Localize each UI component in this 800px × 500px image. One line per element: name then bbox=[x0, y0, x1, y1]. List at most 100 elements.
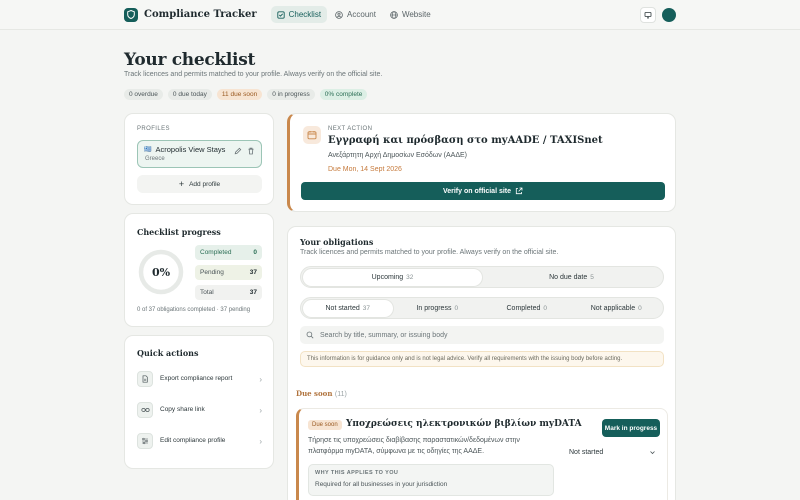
top-bar: Compliance Tracker Checklist Account Web… bbox=[0, 0, 800, 30]
stat-pending: Pending 37 bbox=[195, 265, 262, 280]
next-action-card: NEXT ACTION Εγγραφή και πρόσβαση στο myA… bbox=[287, 113, 676, 212]
obligations-subtitle: Track licences and permits matched to yo… bbox=[300, 249, 559, 256]
app-name: Compliance Tracker bbox=[144, 9, 257, 20]
chip-complete: 0% complete bbox=[319, 89, 368, 100]
status-select[interactable]: Not started bbox=[565, 445, 660, 459]
tab-no-due-date[interactable]: No due date 5 bbox=[482, 269, 661, 286]
stat-completed: Completed 0 bbox=[195, 245, 262, 260]
due-soon-label: Due soon bbox=[296, 389, 333, 398]
progress-card: Checklist progress 0% Completed 0 Pendin… bbox=[124, 213, 274, 327]
export-report-label: Export compliance report bbox=[160, 374, 233, 382]
timing-tabs: Upcoming 32 No due date 5 bbox=[300, 266, 664, 288]
tab-in-progress-count: 0 bbox=[454, 304, 459, 312]
obligation-item[interactable]: Due soon Υποχρεώσεις ηλεκτρονικών βιβλίω… bbox=[296, 408, 668, 500]
stat-total-label: Total bbox=[200, 289, 214, 296]
status-tabs: Not started 37 In progress 0 Completed 0… bbox=[300, 297, 664, 319]
profiles-label: PROFILES bbox=[137, 126, 170, 132]
profiles-card: PROFILES 🇬🇷 Acropolis View Stays Greece … bbox=[124, 113, 274, 205]
nav-account-label: Account bbox=[347, 10, 376, 19]
copy-share-link-label: Copy share link bbox=[160, 405, 205, 413]
add-profile-label: Add profile bbox=[189, 180, 221, 188]
tab-not-started[interactable]: Not started 37 bbox=[303, 299, 393, 317]
flag-icon: 🇬🇷 bbox=[144, 147, 152, 153]
edit-profile-label: Edit compliance profile bbox=[160, 436, 226, 444]
progress-percent: 0% bbox=[151, 265, 171, 279]
export-report-button[interactable]: Export compliance report › bbox=[137, 366, 262, 392]
obligation-title: Υποχρεώσεις ηλεκτρονικών βιβλίων myDATA bbox=[346, 419, 582, 429]
mark-in-progress-button[interactable]: Mark in progress bbox=[602, 419, 660, 437]
external-link-icon bbox=[515, 187, 523, 195]
shield-logo-icon bbox=[124, 7, 138, 22]
nav-website-label: Website bbox=[401, 10, 431, 19]
tab-not-applicable-count: 0 bbox=[638, 304, 642, 312]
tab-upcoming-count: 32 bbox=[406, 273, 414, 281]
stat-pending-label: Pending bbox=[200, 269, 224, 276]
search-input[interactable]: Search by title, summary, or issuing bod… bbox=[300, 326, 664, 344]
avatar[interactable] bbox=[662, 7, 676, 22]
nav-checklist[interactable]: Checklist bbox=[270, 6, 328, 23]
tab-in-progress[interactable]: In progress 0 bbox=[393, 300, 483, 317]
tab-no-due-date-label: No due date bbox=[549, 273, 588, 281]
nav-checklist-label: Checklist bbox=[288, 10, 322, 19]
verify-official-site-button[interactable]: Verify on official site bbox=[301, 182, 665, 200]
user-circle-icon bbox=[335, 10, 343, 19]
stat-total: Total 37 bbox=[195, 285, 262, 300]
tab-completed-label: Completed bbox=[506, 304, 541, 312]
tab-in-progress-label: In progress bbox=[416, 304, 452, 312]
profile-country: Greece bbox=[145, 156, 165, 162]
why-applies-label: WHY THIS APPLIES TO YOU bbox=[315, 470, 399, 476]
sliders-icon bbox=[137, 433, 153, 449]
display-toggle-button[interactable] bbox=[640, 6, 656, 23]
nav-website[interactable]: Website bbox=[384, 6, 437, 23]
page-subtitle: Track licences and permits matched to yo… bbox=[124, 71, 383, 78]
edit-profile-button[interactable]: Edit compliance profile › bbox=[137, 428, 262, 454]
profile-item[interactable]: 🇬🇷 Acropolis View Stays Greece bbox=[137, 140, 262, 168]
profile-name: Acropolis View Stays bbox=[155, 145, 226, 154]
trash-icon[interactable] bbox=[247, 147, 255, 155]
stat-completed-value: 0 bbox=[253, 249, 257, 256]
due-soon-count: (11) bbox=[334, 391, 347, 398]
next-action-authority: Ανεξάρτητη Αρχή Δημοσίων Εσόδων (ΑΑΔΕ) bbox=[328, 152, 468, 159]
chevron-right-icon: › bbox=[259, 436, 262, 446]
chevron-right-icon: › bbox=[259, 374, 262, 384]
link-icon bbox=[137, 402, 153, 418]
globe-icon bbox=[390, 10, 398, 19]
tab-upcoming-label: Upcoming bbox=[371, 273, 404, 281]
chevron-down-icon bbox=[650, 450, 655, 454]
why-applies-text: Required for all businesses in your juri… bbox=[315, 481, 448, 488]
tab-not-started-label: Not started bbox=[325, 304, 360, 312]
checklist-icon bbox=[276, 10, 285, 19]
tab-upcoming[interactable]: Upcoming 32 bbox=[303, 268, 482, 286]
stat-total-value: 37 bbox=[249, 289, 257, 296]
tab-no-due-date-count: 5 bbox=[590, 273, 594, 281]
summary-chips: 0 overdue 0 due today 11 due soon 0 in p… bbox=[124, 89, 368, 100]
tab-not-applicable-label: Not applicable bbox=[590, 304, 636, 312]
due-soon-badge: Due soon bbox=[308, 420, 342, 430]
copy-share-link-button[interactable]: Copy share link › bbox=[137, 397, 262, 423]
stat-pending-value: 37 bbox=[249, 269, 257, 276]
chip-overdue: 0 overdue bbox=[124, 89, 163, 100]
search-icon bbox=[306, 331, 314, 339]
tab-completed-count: 0 bbox=[543, 304, 547, 312]
due-soon-heading: Due soon (11) bbox=[296, 389, 347, 398]
obligation-description: Τήρησε τις υποχρεώσεις διαβίβασης παραστ… bbox=[308, 437, 520, 456]
chip-due-today: 0 due today bbox=[167, 89, 212, 100]
tab-completed[interactable]: Completed 0 bbox=[482, 300, 572, 317]
obligations-card: Your obligations Track licences and perm… bbox=[287, 226, 676, 500]
quick-actions-title: Quick actions bbox=[137, 348, 199, 358]
brand[interactable]: Compliance Tracker bbox=[124, 7, 257, 22]
chip-in-progress: 0 in progress bbox=[267, 89, 315, 100]
document-icon bbox=[137, 371, 153, 387]
quick-actions-card: Quick actions Export compliance report ›… bbox=[124, 335, 274, 469]
tab-not-applicable[interactable]: Not applicable 0 bbox=[572, 300, 662, 317]
page-title: Your checklist bbox=[124, 50, 256, 70]
add-profile-button[interactable]: + Add profile bbox=[137, 175, 262, 193]
progress-title: Checklist progress bbox=[137, 227, 221, 237]
chip-due-soon: 11 due soon bbox=[216, 89, 263, 100]
why-applies-box: WHY THIS APPLIES TO YOU Required for all… bbox=[308, 464, 554, 496]
plus-icon: + bbox=[178, 179, 185, 189]
status-select-value: Not started bbox=[569, 448, 604, 456]
stat-completed-label: Completed bbox=[200, 249, 232, 256]
nav-account[interactable]: Account bbox=[329, 6, 382, 23]
pencil-icon[interactable] bbox=[234, 147, 242, 155]
